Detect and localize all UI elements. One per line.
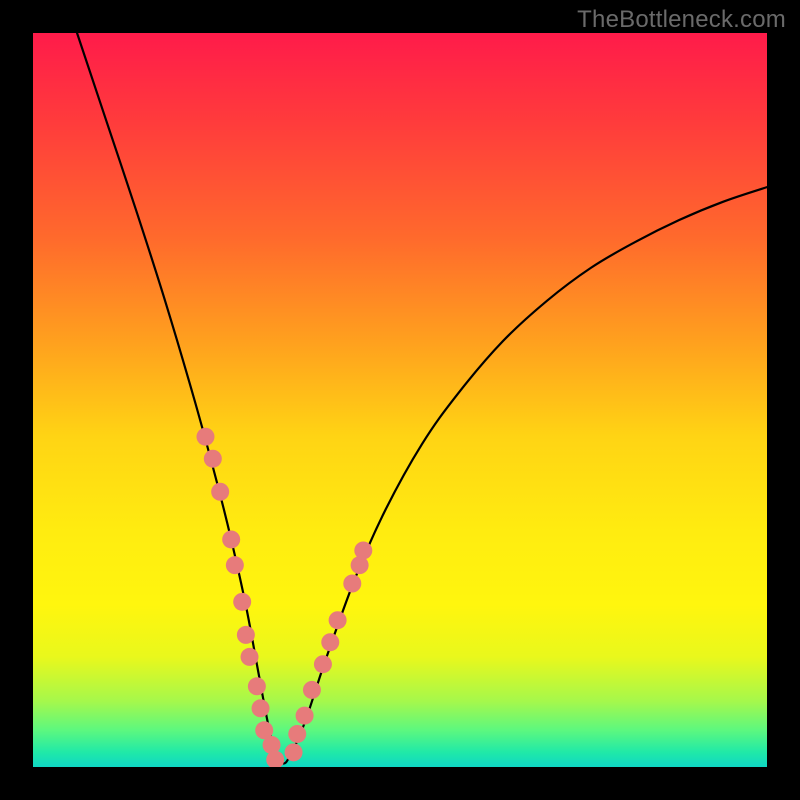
data-point <box>211 483 229 501</box>
chart-svg <box>33 33 767 767</box>
data-point <box>226 556 244 574</box>
plot-area <box>33 33 767 767</box>
data-point <box>248 677 266 695</box>
watermark-text: TheBottleneck.com <box>577 6 786 34</box>
data-point <box>196 428 214 446</box>
data-point <box>204 450 222 468</box>
dots-layer <box>196 428 372 767</box>
data-point <box>314 655 332 673</box>
data-point <box>288 725 306 743</box>
data-point <box>222 530 240 548</box>
data-point <box>321 633 339 651</box>
data-point <box>296 707 314 725</box>
chart-frame: TheBottleneck.com <box>0 0 800 800</box>
data-point <box>252 699 270 717</box>
data-point <box>354 541 372 559</box>
curve-layer <box>77 33 767 764</box>
data-point <box>303 681 321 699</box>
data-point <box>329 611 347 629</box>
data-point <box>233 593 251 611</box>
data-point <box>237 626 255 644</box>
bottleneck-curve <box>77 33 767 764</box>
data-point <box>285 743 303 761</box>
data-point <box>241 648 259 666</box>
data-point <box>343 575 361 593</box>
